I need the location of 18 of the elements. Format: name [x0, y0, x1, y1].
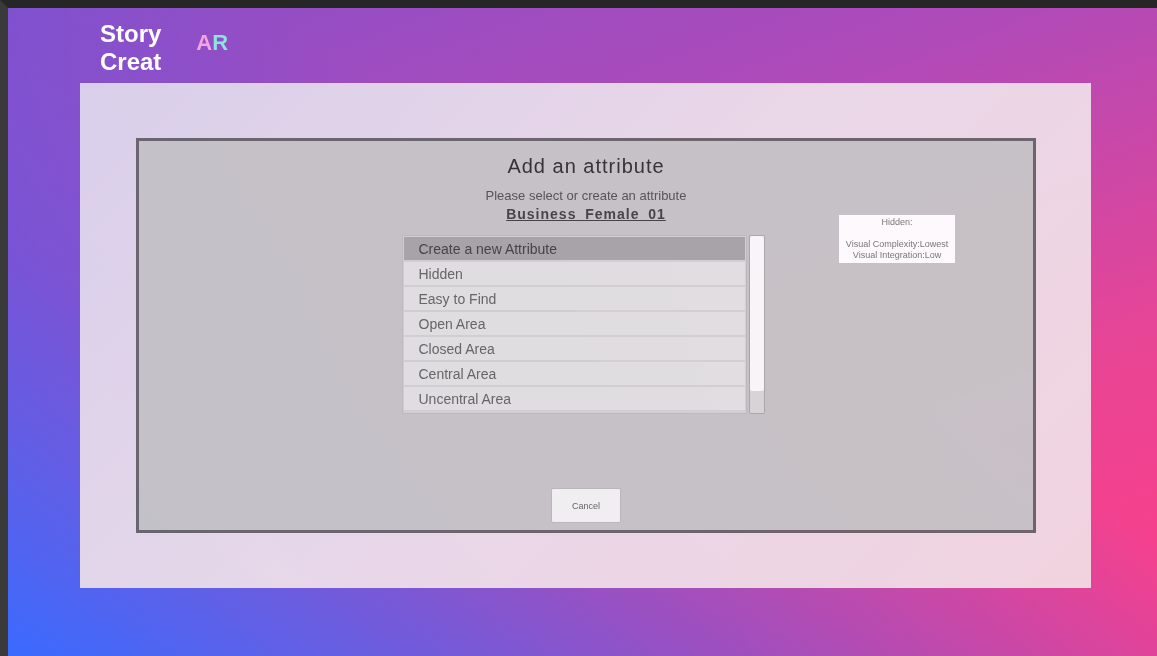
attribute-item[interactable]: Uncentral Area [403, 387, 745, 410]
attribute-item[interactable]: Closed Area [403, 337, 745, 360]
attribute-item[interactable]: Open Area [403, 312, 745, 335]
object-name: Business_Female_01 [506, 206, 666, 222]
logo-text: Story [100, 19, 162, 48]
dialog-subtitle: Please select or create an attribute [485, 188, 687, 203]
scrollbar-thumb[interactable] [749, 236, 764, 391]
attribute-item[interactable]: Central Area [403, 362, 745, 385]
tooltip-line: Visual Integration:Low [851, 250, 943, 261]
dialog-title: Add an attribute [507, 155, 665, 178]
attribute-item[interactable]: Easy to Find [403, 287, 745, 310]
tooltip-line: Visual Complexity:Lowest [844, 239, 950, 250]
tooltip-title: Hidden: [880, 217, 914, 228]
attribute-item[interactable]: Hidden [403, 262, 745, 285]
scrollbar[interactable] [748, 235, 765, 414]
attribute-item[interactable]: Create a new Attribute [403, 237, 745, 260]
cancel-button[interactable]: Cancel [551, 488, 621, 523]
logo-text: Creat [100, 47, 162, 76]
